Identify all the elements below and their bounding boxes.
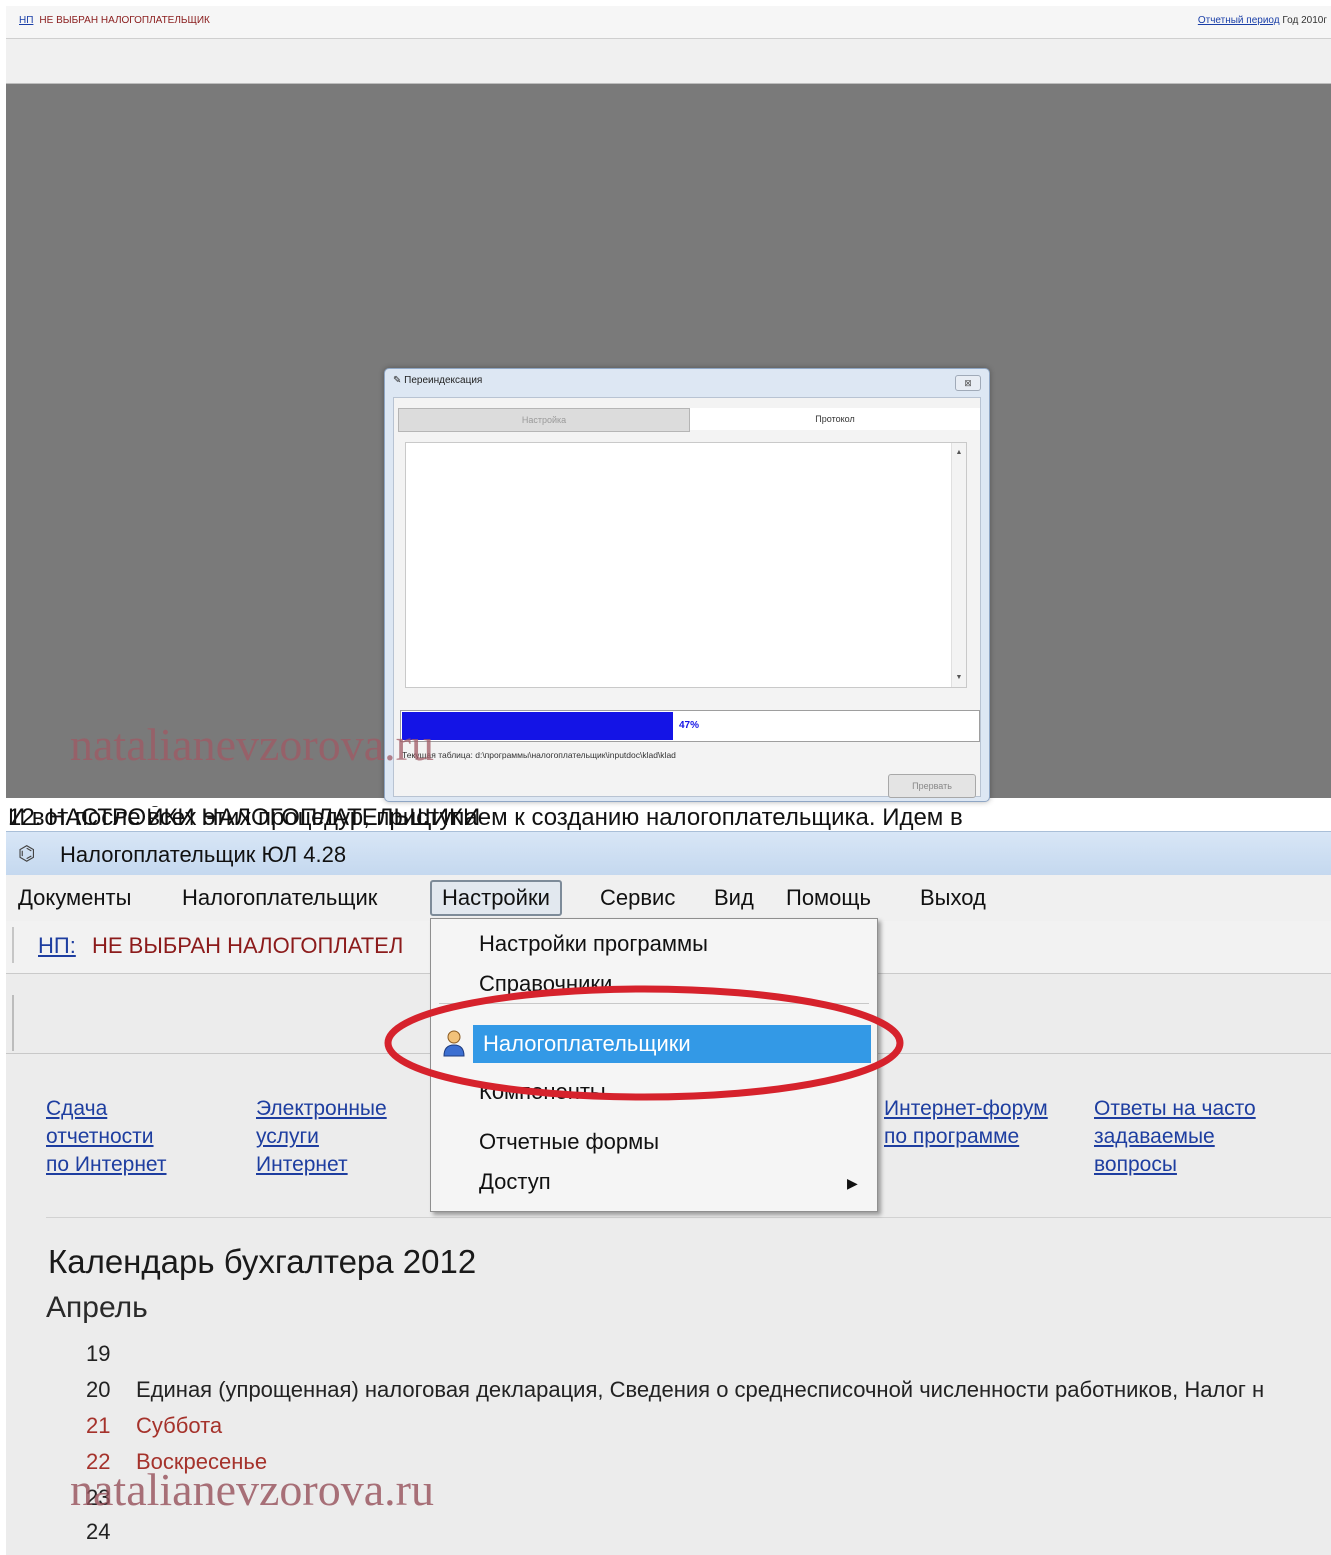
menu-help[interactable]: Помощь bbox=[786, 885, 871, 911]
link-line[interactable]: отчетности bbox=[46, 1123, 167, 1151]
link-line[interactable]: услуги bbox=[256, 1123, 387, 1151]
submenu-arrow-icon: ▶ bbox=[847, 1175, 858, 1191]
progress-bar: 47% bbox=[400, 710, 980, 742]
link-e-services[interactable]: Электронные услуги Интернет bbox=[256, 1095, 387, 1179]
scroll-down-icon[interactable]: ▼ bbox=[952, 674, 966, 681]
reindex-dialog: ✎ Переиндексация ⊠ Настройка Протокол ▲ ▼… bbox=[384, 368, 990, 802]
link-line[interactable]: вопросы bbox=[1094, 1151, 1256, 1179]
menu-taxpayer[interactable]: Налогоплательщик bbox=[182, 885, 377, 911]
day-text: Суббота bbox=[136, 1413, 223, 1438]
period-status: Отчетный период Год 2010г bbox=[1198, 15, 1327, 26]
taxpayer-header: НП НЕ ВЫБРАН НАЛОГОПЛАТЕЛЬЩИК Отчетный пе… bbox=[6, 6, 1331, 39]
day-text[interactable]: Единая (упрощенная) налоговая декларация… bbox=[136, 1377, 1264, 1402]
np-status: НП НЕ ВЫБРАН НАЛОГОПЛАТЕЛЬЩИК bbox=[19, 15, 210, 26]
progress-label: 47% bbox=[679, 720, 700, 731]
calendar-month: Апрель bbox=[46, 1291, 148, 1324]
day-number: 21 bbox=[86, 1413, 111, 1438]
top-screenshot: НП НЕ ВЫБРАН НАЛОГОПЛАТЕЛЬЩИК Отчетный пе… bbox=[6, 6, 1331, 802]
menu-item-access[interactable]: Доступ bbox=[479, 1169, 551, 1195]
period-value: Год 2010г bbox=[1282, 15, 1327, 26]
calendar-day[interactable]: 20 Единая (упрощенная) налоговая декларац… bbox=[86, 1377, 1264, 1403]
watermark: natalianevzorova.ru bbox=[70, 1464, 434, 1515]
link-line[interactable]: Электронные bbox=[256, 1095, 387, 1123]
tab-log[interactable]: Протокол bbox=[690, 408, 980, 430]
np-value: НЕ ВЫБРАН НАЛОГОПЛАТЕЛ bbox=[92, 933, 404, 958]
link-line[interactable]: задаваемые bbox=[1094, 1123, 1256, 1151]
period-link[interactable]: Отчетный период bbox=[1198, 15, 1280, 26]
dialog-title-text: Переиндексация bbox=[404, 375, 483, 386]
menu-service[interactable]: Сервис bbox=[600, 885, 675, 911]
app-window: ⌬ Налогоплательщик ЮЛ 4.28 Документы Нал… bbox=[6, 831, 1331, 1555]
menu-item-program-settings[interactable]: Настройки программы bbox=[479, 931, 708, 957]
red-ellipse-annotation bbox=[384, 985, 904, 1101]
link-line[interactable]: Ответы на часто bbox=[1094, 1095, 1256, 1123]
menu-item-report-forms[interactable]: Отчетные формы bbox=[479, 1129, 659, 1155]
link-faq[interactable]: Ответы на часто задаваемые вопросы bbox=[1094, 1095, 1256, 1179]
menu-documents[interactable]: Документы bbox=[18, 885, 131, 911]
log-area[interactable]: ▲ ▼ bbox=[405, 442, 967, 688]
current-table-label: Текущая таблица: d:\программы\налогоплат… bbox=[402, 750, 676, 760]
menu-settings[interactable]: Настройки bbox=[430, 880, 562, 916]
dialog-icon: ✎ bbox=[393, 375, 402, 386]
toolbar-area bbox=[6, 39, 1331, 84]
dialog-body: Настройка Протокол ▲ ▼ 47% Текущая таблиц… bbox=[393, 397, 981, 798]
window-titlebar: ⌬ Налогоплательщик ЮЛ 4.28 bbox=[6, 831, 1331, 876]
progress-fill bbox=[402, 712, 673, 740]
link-line[interactable]: по Интернет bbox=[46, 1151, 167, 1179]
watermark: natalianevzorova.ru bbox=[70, 719, 434, 770]
np-link[interactable]: НП bbox=[19, 15, 33, 26]
close-button[interactable]: ⊠ bbox=[955, 375, 981, 391]
caption: 12. НАСТРОЙКИ НАЛОГОПЛАТЕЛЬЩИКИ И вот по… bbox=[8, 806, 1331, 830]
log-scrollbar[interactable]: ▲ ▼ bbox=[951, 443, 966, 687]
app-tag-icon: ⌬ bbox=[18, 843, 36, 865]
np-link[interactable]: НП: bbox=[38, 933, 76, 959]
menu-view[interactable]: Вид bbox=[714, 885, 754, 911]
link-line[interactable]: Сдача bbox=[46, 1095, 167, 1123]
grip-divider bbox=[12, 995, 14, 1051]
caption-text: И вот после всех этих процедур, приступа… bbox=[8, 806, 963, 830]
calendar-day: 21 Суббота bbox=[86, 1413, 222, 1439]
link-line[interactable]: Интернет bbox=[256, 1151, 387, 1179]
calendar-title: Календарь бухгалтера 2012 bbox=[48, 1243, 477, 1280]
day-number: 24 bbox=[86, 1519, 111, 1544]
menu-exit[interactable]: Выход bbox=[920, 885, 986, 911]
calendar-day: 24 bbox=[86, 1519, 136, 1545]
tab-settings[interactable]: Настройка bbox=[398, 408, 690, 432]
grip-divider bbox=[12, 927, 14, 963]
link-internet-filing[interactable]: Сдача отчетности по Интернет bbox=[46, 1095, 167, 1179]
link-line[interactable]: по программе bbox=[884, 1123, 1048, 1151]
menu-bar: Документы Налогоплательщик Настройки Сер… bbox=[6, 875, 1331, 922]
stop-button[interactable]: Прервать bbox=[888, 774, 976, 798]
np-value: НЕ ВЫБРАН НАЛОГОПЛАТЕЛЬЩИК bbox=[39, 15, 210, 26]
window-title: Налогоплательщик ЮЛ 4.28 bbox=[60, 842, 347, 867]
dialog-title: ✎ Переиндексация bbox=[393, 375, 482, 386]
calendar-day: 19 bbox=[86, 1341, 136, 1367]
scroll-up-icon[interactable]: ▲ bbox=[952, 449, 966, 456]
divider bbox=[46, 1217, 1331, 1218]
day-number: 19 bbox=[86, 1341, 111, 1366]
day-number: 20 bbox=[86, 1377, 111, 1402]
